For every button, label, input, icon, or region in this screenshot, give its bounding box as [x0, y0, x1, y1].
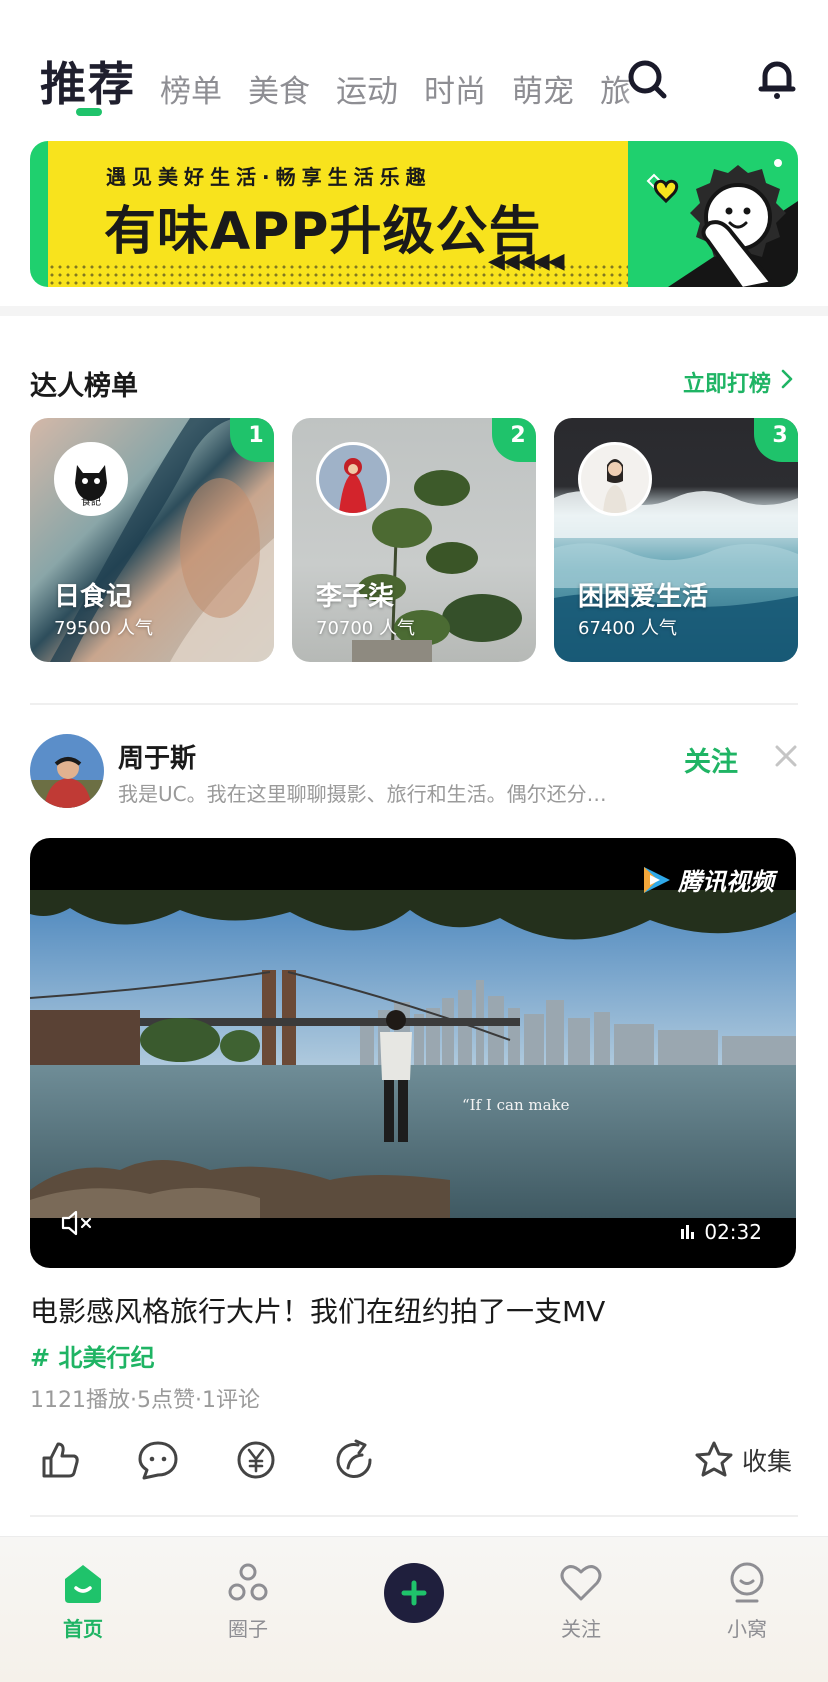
- duration-text: 02:32: [704, 1220, 762, 1244]
- section-separator: [0, 306, 828, 316]
- avatar: [316, 442, 390, 516]
- circle-group-icon: [228, 1563, 268, 1601]
- app-screen: 推荐 榜单 美食 运动 时尚 萌宠 旅 遇见美好生活·畅享生活乐趣 有味APP升…: [0, 0, 828, 1682]
- video-source-logo: 腾讯视频: [640, 862, 774, 897]
- avatar: [578, 442, 652, 516]
- divider: [30, 703, 798, 705]
- create-post-button[interactable]: [384, 1563, 444, 1623]
- video-player[interactable]: 腾讯视频 02:32: [30, 838, 796, 1268]
- heart-icon: [560, 1565, 602, 1601]
- ranking-more-link[interactable]: 立即打榜: [683, 366, 771, 398]
- nav-label: 小窝: [727, 1617, 767, 1641]
- home-icon: [65, 1565, 101, 1603]
- search-icon[interactable]: [620, 52, 674, 106]
- star-icon: [695, 1441, 733, 1477]
- ranking-title: 达人榜单: [30, 371, 138, 402]
- collect-button[interactable]: 收集: [694, 1440, 792, 1480]
- active-tab-indicator: [76, 108, 102, 116]
- upgrade-banner[interactable]: 遇见美好生活·畅享生活乐趣 有味APP升级公告 ◀◀◀◀◀: [30, 141, 798, 287]
- plus-icon: [401, 1580, 427, 1606]
- comment-icon[interactable]: [136, 1438, 180, 1482]
- nav-label: 关注: [561, 1617, 601, 1641]
- play-logo-icon: [644, 866, 670, 893]
- collect-label: 收集: [742, 1447, 793, 1476]
- avatar: 食記: [54, 442, 128, 516]
- bottom-navigation: 首页 圈子 关注 小窝: [0, 1536, 828, 1682]
- banner-subtitle: 遇见美好生活·畅享生活乐趣: [106, 165, 432, 189]
- rank-card-2[interactable]: 2 李子柒 70700 人气: [292, 418, 536, 662]
- reward-yen-icon[interactable]: [234, 1438, 278, 1482]
- post-author-bio: 我是UC。我在这里聊聊摄影、旅行和生活。偶尔还分…: [118, 782, 607, 806]
- bars-icon: [681, 1225, 695, 1239]
- close-icon[interactable]: [772, 742, 800, 770]
- tab-food[interactable]: 美食: [248, 66, 310, 111]
- post-title[interactable]: 电影感风格旅行大片！我们在纽约拍了一支MV: [30, 1290, 605, 1330]
- rank-card-popularity: 70700 人气: [316, 618, 415, 639]
- divider: [30, 1515, 798, 1517]
- video-logo-text: 腾讯视频: [678, 868, 774, 896]
- tab-recommend[interactable]: 推荐: [40, 48, 136, 114]
- category-tabs: 推荐 榜单 美食 运动 时尚 萌宠 旅: [0, 0, 828, 130]
- nav-item-profile[interactable]: 小窝: [692, 1559, 802, 1642]
- rank-card-popularity: 67400 人气: [578, 618, 677, 639]
- nav-item-home[interactable]: 首页: [28, 1559, 138, 1642]
- avatar[interactable]: [30, 734, 104, 808]
- nav-item-circle[interactable]: 圈子: [193, 1559, 303, 1642]
- rank-card-name: 困困爱生活: [578, 582, 709, 612]
- tab-fashion[interactable]: 时尚: [424, 66, 486, 111]
- nav-item-follow[interactable]: 关注: [526, 1559, 636, 1642]
- mute-icon[interactable]: [60, 1208, 96, 1238]
- mascot-illustration: [646, 159, 798, 287]
- tab-sports[interactable]: 运动: [336, 66, 398, 111]
- profile-face-icon: [730, 1562, 764, 1603]
- video-subtitle: “If I can make: [462, 1096, 570, 1114]
- rank-card-1[interactable]: 1 食記 日食记 79500 人气: [30, 418, 274, 662]
- rank-card-name: 日食记: [54, 582, 133, 612]
- tab-ranking[interactable]: 榜单: [160, 66, 222, 111]
- like-icon[interactable]: [38, 1438, 82, 1482]
- follow-button[interactable]: 关注: [684, 740, 738, 779]
- nav-label: 首页: [63, 1617, 103, 1641]
- bell-icon[interactable]: [750, 52, 804, 106]
- post-stats: 1121播放·5点赞·1评论: [30, 1388, 260, 1413]
- svg-text:食記: 食記: [81, 495, 101, 508]
- banner-arrows: ◀◀◀◀◀: [488, 249, 565, 274]
- rank-card-name: 李子柒: [316, 582, 395, 612]
- video-duration: 02:32: [680, 1220, 762, 1244]
- post-topic-tag[interactable]: # 北美行纪: [30, 1338, 154, 1373]
- nav-label: 圈子: [228, 1617, 268, 1641]
- chevron-right-icon[interactable]: [778, 368, 796, 390]
- rank-card-3[interactable]: 3 困困爱生活 67400 人气: [554, 418, 798, 662]
- banner-title: 有味APP升级公告: [104, 202, 542, 262]
- video-frame: [30, 890, 796, 1218]
- share-icon[interactable]: [332, 1438, 376, 1482]
- post-author-name[interactable]: 周于斯: [118, 738, 196, 775]
- tab-pets[interactable]: 萌宠: [512, 66, 574, 111]
- rank-card-popularity: 79500 人气: [54, 618, 153, 639]
